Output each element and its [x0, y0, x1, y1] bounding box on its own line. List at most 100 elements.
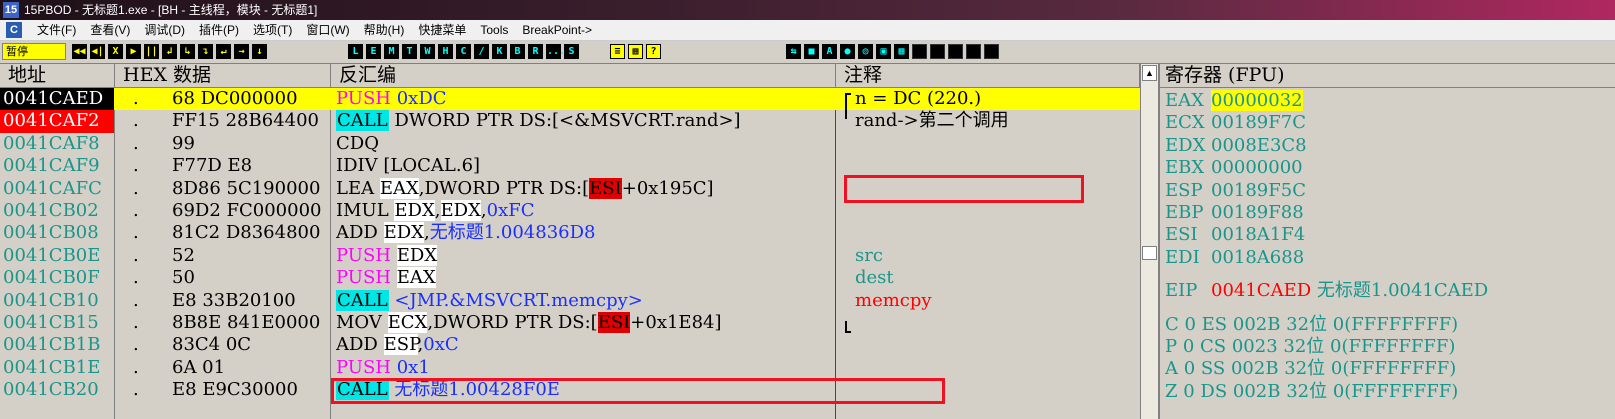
nav-button-button[interactable]: ◀◀	[72, 44, 87, 59]
register-value[interactable]: 00000000	[1211, 157, 1303, 178]
row-address[interactable]: 0041CAFC	[0, 178, 114, 200]
plugin-button-button[interactable]	[948, 44, 963, 59]
scroll-up-arrow-icon[interactable]: ▲	[1142, 65, 1157, 81]
letter-button-button[interactable]: S	[564, 44, 579, 59]
view-button-button[interactable]: ▦	[628, 44, 643, 59]
row-address[interactable]: 0041CAED	[0, 88, 114, 111]
register-value[interactable]: 00000032	[1211, 90, 1303, 111]
menu-item[interactable]: 插件(P)	[192, 20, 246, 40]
registers-header[interactable]: 寄存器 (FPU)	[1160, 64, 1615, 88]
menu-item[interactable]: 窗口(W)	[299, 20, 356, 40]
nav-button-button[interactable]: ▶	[126, 44, 141, 59]
flag-segment-row[interactable]: C 0 ES 002B 32位 0(FFFFFFFF)	[1165, 314, 1458, 336]
col-header-comment[interactable]: 注释	[836, 64, 1140, 88]
disasm-row[interactable]: 0041CB08. 81C2 D8364800 ADD EDX,无标题1.00483…	[0, 222, 1140, 244]
flag-segment-row[interactable]: P 0 CS 0023 32位 0(FFFFFFFF)	[1165, 336, 1455, 358]
plugin-button-button[interactable]: ●	[840, 44, 855, 59]
disasm-row[interactable]: 0041CB0F. 50 PUSH EAX dest	[0, 267, 1140, 289]
register-row[interactable]: EBP 00189F88	[1165, 202, 1304, 224]
row-address[interactable]: 0041CB1E	[0, 357, 114, 379]
row-address[interactable]: 0041CB1B	[0, 334, 114, 356]
disasm-body[interactable]: 0041CAED. 68 DC000000 PUSH 0xDC n = DC (220…	[0, 88, 1140, 419]
disasm-row[interactable]: 0041CB10. E8 33B20100 CALL <JMP.&MSVCRT.me…	[0, 289, 1140, 312]
disasm-row[interactable]: 0041CB0E. 52 PUSH EDX src	[0, 244, 1140, 267]
disasm-row[interactable]: 0041CAF9. F77D E8 IDIV [LOCAL.6]	[0, 155, 1140, 177]
nav-button-button[interactable]: ↴	[198, 44, 213, 59]
plugin-button-button[interactable]: A	[822, 44, 837, 59]
nav-button-button[interactable]: ↵	[216, 44, 231, 59]
register-row[interactable]: ESI 0018A1F4	[1165, 224, 1305, 246]
row-address[interactable]: 0041CAF9	[0, 155, 114, 177]
plugin-button-button[interactable]: ◎	[858, 44, 873, 59]
plugin-button-button[interactable]: ⇆	[786, 44, 801, 59]
menu-item[interactable]: Tools	[473, 20, 515, 40]
row-address[interactable]: 0041CB08	[0, 222, 114, 244]
cpu-window-icon[interactable]: C	[6, 22, 22, 38]
disasm-row[interactable]: 0041CAFC. 8D86 5C190000 LEA EAX,DWORD PTR …	[0, 177, 1140, 200]
letter-button-button[interactable]: B	[510, 44, 525, 59]
row-address[interactable]: 0041CB0F	[0, 267, 114, 289]
eip-value[interactable]: 0041CAED	[1211, 280, 1311, 301]
register-value[interactable]: 0018A1F4	[1211, 224, 1305, 245]
letter-button-button[interactable]: R	[528, 44, 543, 59]
letter-button-button[interactable]: E	[366, 44, 381, 59]
menu-item[interactable]: 调试(D)	[137, 20, 192, 40]
row-address[interactable]: 0041CB02	[0, 200, 114, 222]
register-row[interactable]: EDX 0008E3C8	[1165, 135, 1307, 157]
letter-button-button[interactable]: C	[456, 44, 471, 59]
disasm-row[interactable]: 0041CB1B. 83C4 0C ADD ESP,0xC	[0, 334, 1140, 356]
disasm-row[interactable]: 0041CAED. 68 DC000000 PUSH 0xDC n = DC (220…	[0, 88, 1140, 111]
register-value[interactable]: 0008E3C8	[1211, 135, 1307, 156]
plugin-button-button[interactable]	[966, 44, 981, 59]
row-address[interactable]: 0041CB20	[0, 379, 114, 401]
letter-button-button[interactable]: H	[438, 44, 453, 59]
letter-button-button[interactable]: /	[474, 44, 489, 59]
letter-button-button[interactable]: T	[402, 44, 417, 59]
register-row[interactable]: EBX 00000000	[1165, 157, 1303, 179]
row-address[interactable]: 0041CB10	[0, 290, 114, 312]
menu-item[interactable]: BreakPoint->	[515, 20, 599, 40]
menu-item[interactable]: 选项(T)	[246, 20, 299, 40]
disasm-row[interactable]: 0041CAF8. 99 CDQ	[0, 133, 1140, 155]
disasm-row[interactable]: 0041CB15. 8B8E 841E0000 MOV ECX,DWORD PTR …	[0, 312, 1140, 334]
eip-row[interactable]: EIP 0041CAED 无标题1.0041CAED	[1165, 280, 1488, 302]
nav-button-button[interactable]: →	[234, 44, 249, 59]
register-value[interactable]: 0018A688	[1211, 247, 1304, 268]
register-row[interactable]: EDI 0018A688	[1165, 247, 1304, 269]
plugin-button-button[interactable]: ■	[804, 44, 819, 59]
nav-button-button[interactable]: ↓	[252, 44, 267, 59]
plugin-button-button[interactable]	[930, 44, 945, 59]
plugin-button-button[interactable]: ▦	[894, 44, 909, 59]
register-row[interactable]: ECX 00189F7C	[1165, 112, 1306, 134]
register-value[interactable]: 00189F7C	[1211, 112, 1306, 133]
register-value[interactable]: 00189F5C	[1211, 180, 1306, 201]
register-row[interactable]: EAX 00000032	[1165, 90, 1303, 112]
row-address[interactable]: 0041CB15	[0, 312, 114, 334]
nav-button-button[interactable]: ↳	[180, 44, 195, 59]
letter-button-button[interactable]: W	[420, 44, 435, 59]
row-address[interactable]: 0041CAF2	[0, 110, 114, 133]
row-address[interactable]: 0041CB0E	[0, 245, 114, 267]
menu-item[interactable]: 快捷菜单	[411, 20, 473, 40]
letter-button-button[interactable]: M	[384, 44, 399, 59]
view-button-button[interactable]: ≡	[610, 44, 625, 59]
menu-item[interactable]: 文件(F)	[30, 20, 83, 40]
flag-segment-row[interactable]: A 0 SS 002B 32位 0(FFFFFFFF)	[1165, 358, 1456, 380]
plugin-button-button[interactable]	[912, 44, 927, 59]
disasm-scrollbar[interactable]: ▲	[1140, 64, 1158, 419]
menu-item[interactable]: 帮助(H)	[357, 20, 412, 40]
disasm-row[interactable]: 0041CAF2. FF15 28B64400 CALL DWORD PTR DS:…	[0, 110, 1140, 133]
nav-button-button[interactable]: ↲	[162, 44, 177, 59]
scroll-thumb[interactable]	[1142, 246, 1157, 260]
col-header-disasm[interactable]: 反汇编	[331, 64, 836, 88]
view-button-button[interactable]: ?	[646, 44, 661, 59]
menu-item[interactable]: 查看(V)	[83, 20, 137, 40]
col-header-hex[interactable]: HEX 数据	[115, 64, 331, 88]
register-row[interactable]: ESP 00189F5C	[1165, 180, 1306, 202]
letter-button-button[interactable]: ...	[546, 44, 565, 59]
flag-segment-row[interactable]: Z 0 DS 002B 32位 0(FFFFFFFF)	[1165, 381, 1458, 403]
letter-button-button[interactable]: L	[348, 44, 363, 59]
nav-button-button[interactable]: ◀|	[90, 44, 105, 59]
plugin-button-button[interactable]	[984, 44, 999, 59]
disasm-row[interactable]: 0041CB20. E8 E9C30000 CALL 无标题1.00428F0E	[0, 379, 1140, 401]
